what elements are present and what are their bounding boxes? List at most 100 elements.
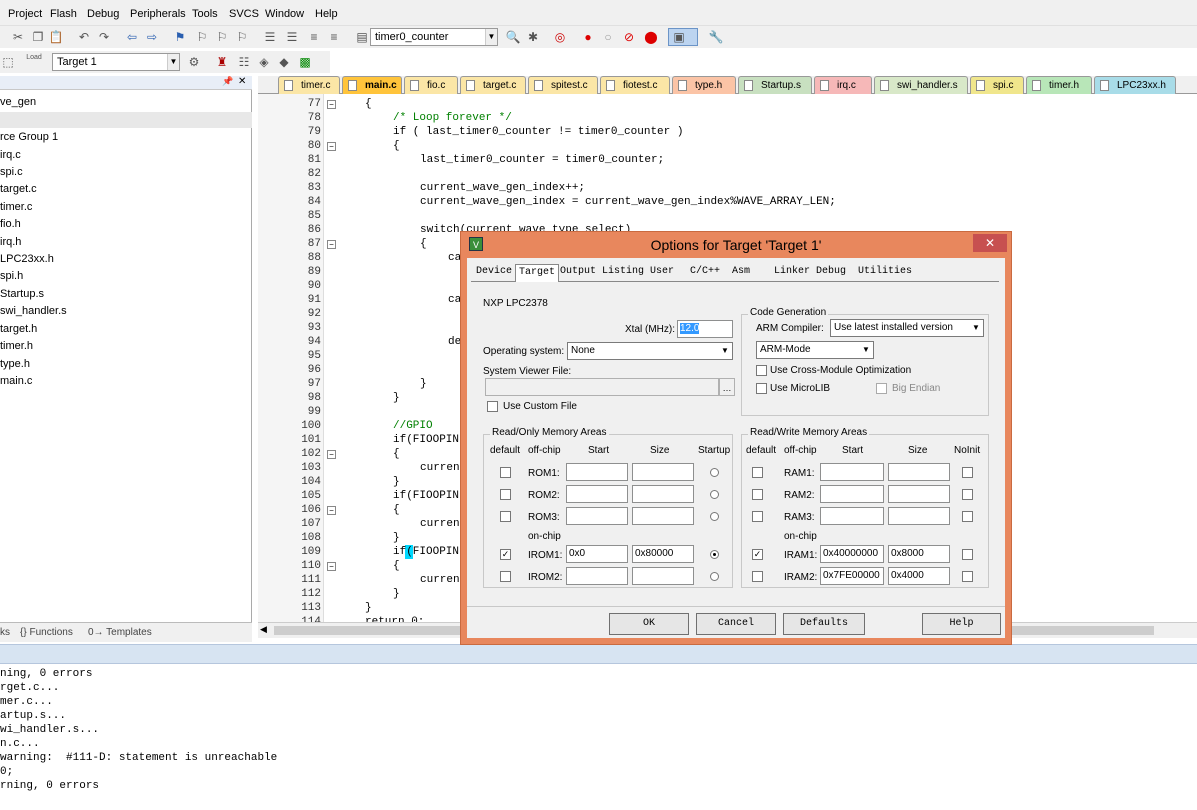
fold-marker-icon[interactable]: − <box>327 142 336 151</box>
project-file[interactable]: type.h <box>0 358 30 370</box>
irom1-default-checkbox[interactable]: ✓ <box>500 549 511 560</box>
ram1-default-checkbox[interactable] <box>752 467 763 478</box>
download-icon[interactable]: ⬚ <box>0 54 16 70</box>
project-file[interactable]: swi_handler.s <box>0 305 67 317</box>
irom2-size-input[interactable] <box>632 567 694 585</box>
ram3-noinit-checkbox[interactable] <box>962 511 973 522</box>
menu-project[interactable]: Project <box>8 8 42 20</box>
project-file[interactable]: spi.c <box>0 166 23 178</box>
rom2-startup-radio[interactable] <box>710 490 719 499</box>
pack-installer-icon[interactable]: ◆ <box>276 54 292 70</box>
manage-components-icon[interactable]: ♜ <box>214 54 230 70</box>
tab-templates[interactable]: 0→ Templates <box>88 627 152 638</box>
help-button[interactable]: Help <box>922 613 1001 635</box>
cut-icon[interactable]: ✂ <box>10 29 26 45</box>
iram2-default-checkbox[interactable] <box>752 571 763 582</box>
incremental-find-icon[interactable]: ✱ <box>525 29 541 45</box>
close-icon[interactable]: ✕ <box>973 234 1007 252</box>
arm-compiler-select[interactable]: Use latest installed version ▼ <box>830 319 984 337</box>
microlib-checkbox[interactable] <box>756 383 767 394</box>
irom1-startup-radio[interactable] <box>710 550 719 559</box>
big-endian-checkbox[interactable] <box>876 383 887 394</box>
ram2-default-checkbox[interactable] <box>752 489 763 500</box>
svf-browse-button[interactable]: … <box>719 378 735 396</box>
irom2-start-input[interactable] <box>566 567 628 585</box>
tab-listing[interactable]: Listing <box>599 264 647 282</box>
redo-icon[interactable]: ↷ <box>96 29 112 45</box>
arm-mode-select[interactable]: ARM-Mode ▼ <box>756 341 874 359</box>
ram2-noinit-checkbox[interactable] <box>962 489 973 500</box>
tab-lpc23xx-h[interactable]: LPC23xx.h <box>1094 76 1176 94</box>
tab-type-h[interactable]: type.h <box>672 76 736 94</box>
tab-asm[interactable]: Asm <box>729 264 753 282</box>
ram1-noinit-checkbox[interactable] <box>962 467 973 478</box>
undo-icon[interactable]: ↶ <box>76 29 92 45</box>
breakpoint-disable-all-icon[interactable]: ⊘ <box>621 29 637 45</box>
run-time-env-icon[interactable]: ▩ <box>297 54 313 70</box>
breakpoint-kill-all-icon[interactable]: ⬤ <box>643 29 659 45</box>
use-custom-file-checkbox[interactable] <box>487 401 498 412</box>
menu-tools[interactable]: Tools <box>192 8 218 20</box>
debug-session-icon[interactable]: ◎ <box>552 29 568 45</box>
fold-marker-icon[interactable]: − <box>327 100 336 109</box>
ram3-start-input[interactable] <box>820 507 884 525</box>
fold-marker-icon[interactable]: − <box>327 450 336 459</box>
iram2-noinit-checkbox[interactable] <box>962 571 973 582</box>
tab-fiotest-c[interactable]: fiotest.c <box>600 76 670 94</box>
tab-swi-handler-s[interactable]: swi_handler.s <box>874 76 968 94</box>
target-options-icon[interactable]: ⚙ <box>186 54 202 70</box>
nav-forward-icon[interactable]: ⇨ <box>144 29 160 45</box>
iram2-size-input[interactable]: 0x4000 <box>888 567 950 585</box>
find-icon[interactable]: 🔍 <box>505 29 521 45</box>
scroll-left-icon[interactable]: ◀ <box>260 624 267 635</box>
tab-target-c[interactable]: target.c <box>460 76 526 94</box>
menu-debug[interactable]: Debug <box>87 8 119 20</box>
tab-target[interactable]: Target <box>515 264 560 282</box>
project-file[interactable]: spi.h <box>0 270 23 282</box>
ram1-start-input[interactable] <box>820 463 884 481</box>
iram1-default-checkbox[interactable]: ✓ <box>752 549 763 560</box>
iram1-size-input[interactable]: 0x8000 <box>888 545 950 563</box>
project-file[interactable]: timer.h <box>0 340 33 352</box>
menu-flash[interactable]: Flash <box>50 8 77 20</box>
bookmark-prev-icon[interactable]: ⚐ <box>194 29 210 45</box>
iram1-start-input[interactable]: 0x40000000 <box>820 545 884 563</box>
bookmark-next-icon[interactable]: ⚐ <box>214 29 230 45</box>
bookmark-clear-icon[interactable]: ⚐ <box>234 29 250 45</box>
ok-button[interactable]: OK <box>609 613 689 635</box>
ram3-default-checkbox[interactable] <box>752 511 763 522</box>
rom2-size-input[interactable] <box>632 485 694 503</box>
tab-fio-c[interactable]: fio.c <box>404 76 458 94</box>
tab-spitest-c[interactable]: spitest.c <box>528 76 598 94</box>
uncomment-icon[interactable]: ≡ <box>326 29 342 45</box>
pin-icon[interactable]: 📌 <box>222 76 233 87</box>
copy-icon[interactable]: ❐ <box>30 29 46 45</box>
menu-help[interactable]: Help <box>315 8 338 20</box>
project-file[interactable]: target.c <box>0 183 37 195</box>
tab-linker[interactable]: Linker <box>771 264 813 282</box>
project-root[interactable]: ve_gen <box>0 96 36 108</box>
fold-marker-icon[interactable]: − <box>327 562 336 571</box>
project-file[interactable]: irq.c <box>0 149 21 161</box>
find-in-files-icon[interactable]: ▤ <box>354 29 370 45</box>
cancel-button[interactable]: Cancel <box>696 613 776 635</box>
project-file[interactable]: target.h <box>0 323 37 335</box>
tab-startup-s[interactable]: Startup.s <box>738 76 812 94</box>
configure-icon[interactable]: 🔧 <box>708 29 724 45</box>
tab-device[interactable]: Device <box>473 264 515 282</box>
tab-functions[interactable]: {} Functions <box>20 627 73 638</box>
project-file[interactable]: fio.h <box>0 218 21 230</box>
rom2-default-checkbox[interactable] <box>500 489 511 500</box>
tab-output[interactable]: Output <box>557 264 599 282</box>
ram2-start-input[interactable] <box>820 485 884 503</box>
project-file[interactable]: Startup.s <box>0 288 44 300</box>
tab-utilities[interactable]: Utilities <box>855 264 915 282</box>
tab-c-cpp[interactable]: C/C++ <box>687 264 723 282</box>
close-icon[interactable]: ✕ <box>238 76 246 87</box>
tab-books[interactable]: ks <box>0 627 10 638</box>
project-file[interactable]: main.c <box>0 375 32 387</box>
rom1-start-input[interactable] <box>566 463 628 481</box>
tab-user[interactable]: User <box>647 264 677 282</box>
rom2-start-input[interactable] <box>566 485 628 503</box>
indent-icon[interactable]: ☰ <box>262 29 278 45</box>
